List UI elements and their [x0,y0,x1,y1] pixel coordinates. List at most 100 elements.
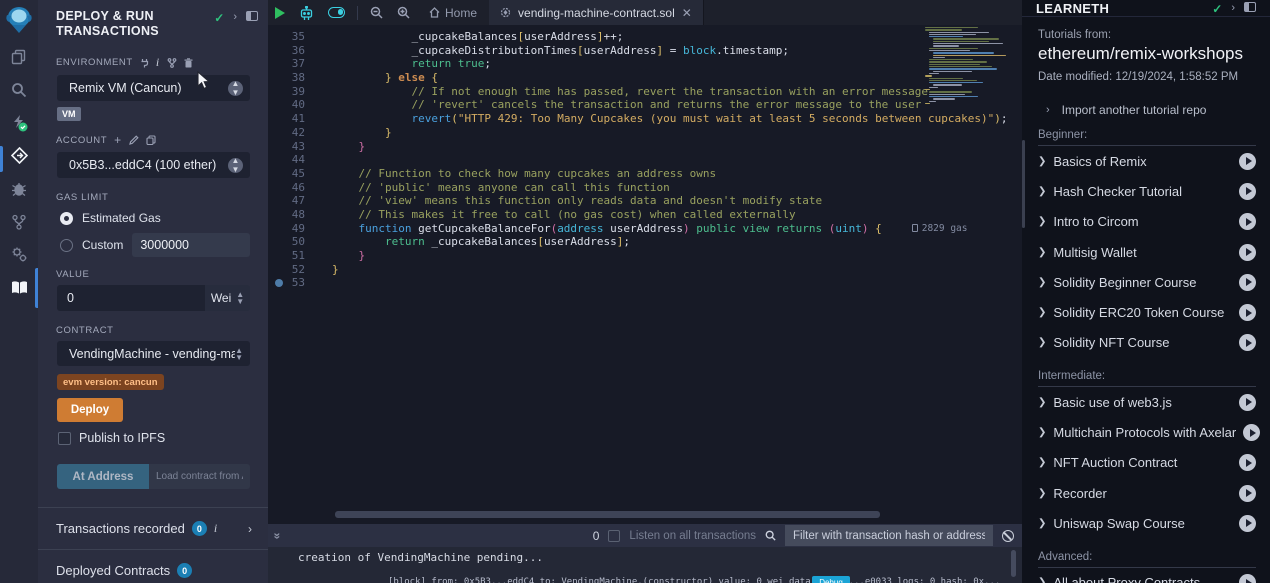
plug-icon[interactable] [140,58,149,68]
custom-gas-input[interactable] [132,233,250,257]
run-script-button[interactable] [268,0,292,25]
zoom-out-button[interactable] [363,0,390,25]
expand-terminal-icon[interactable]: » [270,532,284,539]
play-tutorial-button[interactable] [1239,485,1256,502]
line-number[interactable]: 37 [268,57,305,71]
plugin-manager-icon[interactable] [0,238,38,271]
line-number[interactable]: 40 [268,98,305,112]
tutorial-item[interactable]: ❯Basic use of web3.js [1038,387,1256,417]
tutorial-item[interactable]: ❯Basics of Remix [1038,146,1256,176]
tab-home[interactable]: Home [417,0,489,25]
search-icon[interactable] [0,73,38,106]
horizontal-scrollbar[interactable] [335,511,880,518]
custom-gas-option[interactable]: Custom [60,233,250,257]
debug-button[interactable]: Debug [812,576,850,583]
line-number[interactable]: 44 [268,153,305,167]
play-tutorial-button[interactable] [1239,334,1256,351]
zoom-in-button[interactable] [390,0,417,25]
remix-logo-icon[interactable] [0,0,38,40]
deploy-and-run-icon[interactable] [0,139,38,172]
play-tutorial-button[interactable] [1239,274,1256,291]
code-line[interactable]: 37 return true; [268,57,1022,71]
code-line[interactable]: 48 // This makes it free to call (no gas… [268,208,1022,222]
transactions-info-icon[interactable]: i [214,521,217,536]
play-tutorial-button[interactable] [1239,153,1256,170]
line-number[interactable]: 38 [268,71,305,85]
code-line[interactable]: 41 revert("HTTP 429: Too Many Cupcakes (… [268,112,1022,126]
tutorial-item[interactable]: ❯All about Proxy Contracts [1038,568,1256,583]
line-number[interactable]: 42 [268,126,305,140]
code-line[interactable]: 35 _cupcakeBalances[userAddress]++; [268,30,1022,44]
environment-info-icon[interactable]: i [156,55,160,70]
transactions-recorded-row[interactable]: Transactions recorded 0 i › [38,508,268,549]
line-number[interactable]: 47 [268,194,305,208]
line-number[interactable]: 53 [268,276,305,290]
listen-checkbox[interactable] [608,530,620,542]
code-line[interactable]: 51 } [268,249,1022,263]
line-number[interactable]: 41 [268,112,305,126]
tutorial-item[interactable]: ❯Solidity Beginner Course [1038,267,1256,297]
tutorial-item[interactable]: ❯NFT Auction Contract [1038,448,1256,478]
import-tutorial-repo[interactable]: › Import another tutorial repo [1046,103,1256,117]
code-line[interactable]: 42 } [268,126,1022,140]
tutorial-item[interactable]: ❯Solidity ERC20 Token Course [1038,297,1256,327]
code-line[interactable]: 53 [268,276,1022,290]
file-explorer-icon[interactable] [0,40,38,73]
deploy-button[interactable]: Deploy [57,398,123,422]
publish-ipfs-option[interactable]: Publish to IPFS [58,431,268,445]
line-number[interactable]: 35 [268,30,305,44]
close-tab-icon[interactable]: ✕ [682,6,692,20]
code-line[interactable]: 45 // Function to check how many cupcake… [268,167,1022,181]
play-tutorial-button[interactable] [1239,244,1256,261]
fork-icon[interactable] [167,58,177,68]
code-line[interactable]: 38 } else { [268,71,1022,85]
play-tutorial-button[interactable] [1239,454,1256,471]
tutorial-item[interactable]: ❯Uniswap Swap Course [1038,508,1256,538]
line-number[interactable]: 36 [268,44,305,58]
copy-icon[interactable] [146,135,156,145]
value-input[interactable] [57,285,205,311]
terminal-output[interactable]: creation of VendingMachine pending... [b… [268,547,1022,583]
edit-icon[interactable] [129,135,139,145]
debugger-icon[interactable] [0,172,38,205]
copilot-toggle[interactable] [321,0,352,25]
tutorial-item[interactable]: ❯Solidity NFT Course [1038,328,1256,358]
editor-minimap[interactable] [925,27,1010,109]
code-line[interactable]: 44 [268,153,1022,167]
play-tutorial-button[interactable] [1239,515,1256,532]
tutorial-item[interactable]: ❯Hash Checker Tutorial [1038,176,1256,206]
pin-panel-icon[interactable] [246,11,258,21]
code-line[interactable]: 36 _cupcakeDistributionTimes[userAddress… [268,44,1022,58]
line-number[interactable]: 49 [268,222,305,236]
play-tutorial-button[interactable] [1239,394,1256,411]
checkbox-icon[interactable] [58,432,71,445]
terminal-filter-input[interactable] [785,525,993,546]
radio-selected-icon[interactable] [60,212,73,225]
code-line[interactable]: 52} [268,263,1022,277]
clear-terminal-icon[interactable] [1002,530,1014,542]
line-number[interactable]: 45 [268,167,305,181]
line-number[interactable]: 52 [268,263,305,277]
at-address-input[interactable] [149,464,250,489]
line-number[interactable]: 48 [268,208,305,222]
tutorial-item[interactable]: ❯Recorder [1038,478,1256,508]
play-tutorial-button[interactable] [1239,213,1256,230]
code-line[interactable]: 50 return _cupcakeBalances[userAddress]; [268,235,1022,249]
code-line[interactable]: 43 } [268,140,1022,154]
tab-vending-machine-contract[interactable]: vending-machine-contract.sol ✕ [489,0,704,25]
collapse-panel-icon[interactable]: › [233,11,237,23]
learneth-scrollbar[interactable] [1022,140,1025,228]
tutorial-item[interactable]: ❯Intro to Circom [1038,207,1256,237]
play-tutorial-button[interactable] [1239,304,1256,321]
solidity-compiler-icon[interactable] [0,106,38,139]
code-line[interactable]: 46 // 'public' means anyone can call thi… [268,181,1022,195]
tutorial-item[interactable]: ❯Multichain Protocols with Axelar [1038,417,1256,447]
play-tutorial-button[interactable] [1239,183,1256,200]
add-account-icon[interactable]: + [114,133,122,147]
at-address-button[interactable]: At Address [57,464,149,489]
code-line[interactable]: 49 function getCupcakeBalanceFor(address… [268,222,1022,236]
code-line[interactable]: 39 // If not enough time has passed, rev… [268,85,1022,99]
code-line[interactable]: 40 // 'revert' cancels the transaction a… [268,98,1022,112]
play-tutorial-button[interactable] [1239,574,1256,583]
line-number[interactable]: 46 [268,181,305,195]
